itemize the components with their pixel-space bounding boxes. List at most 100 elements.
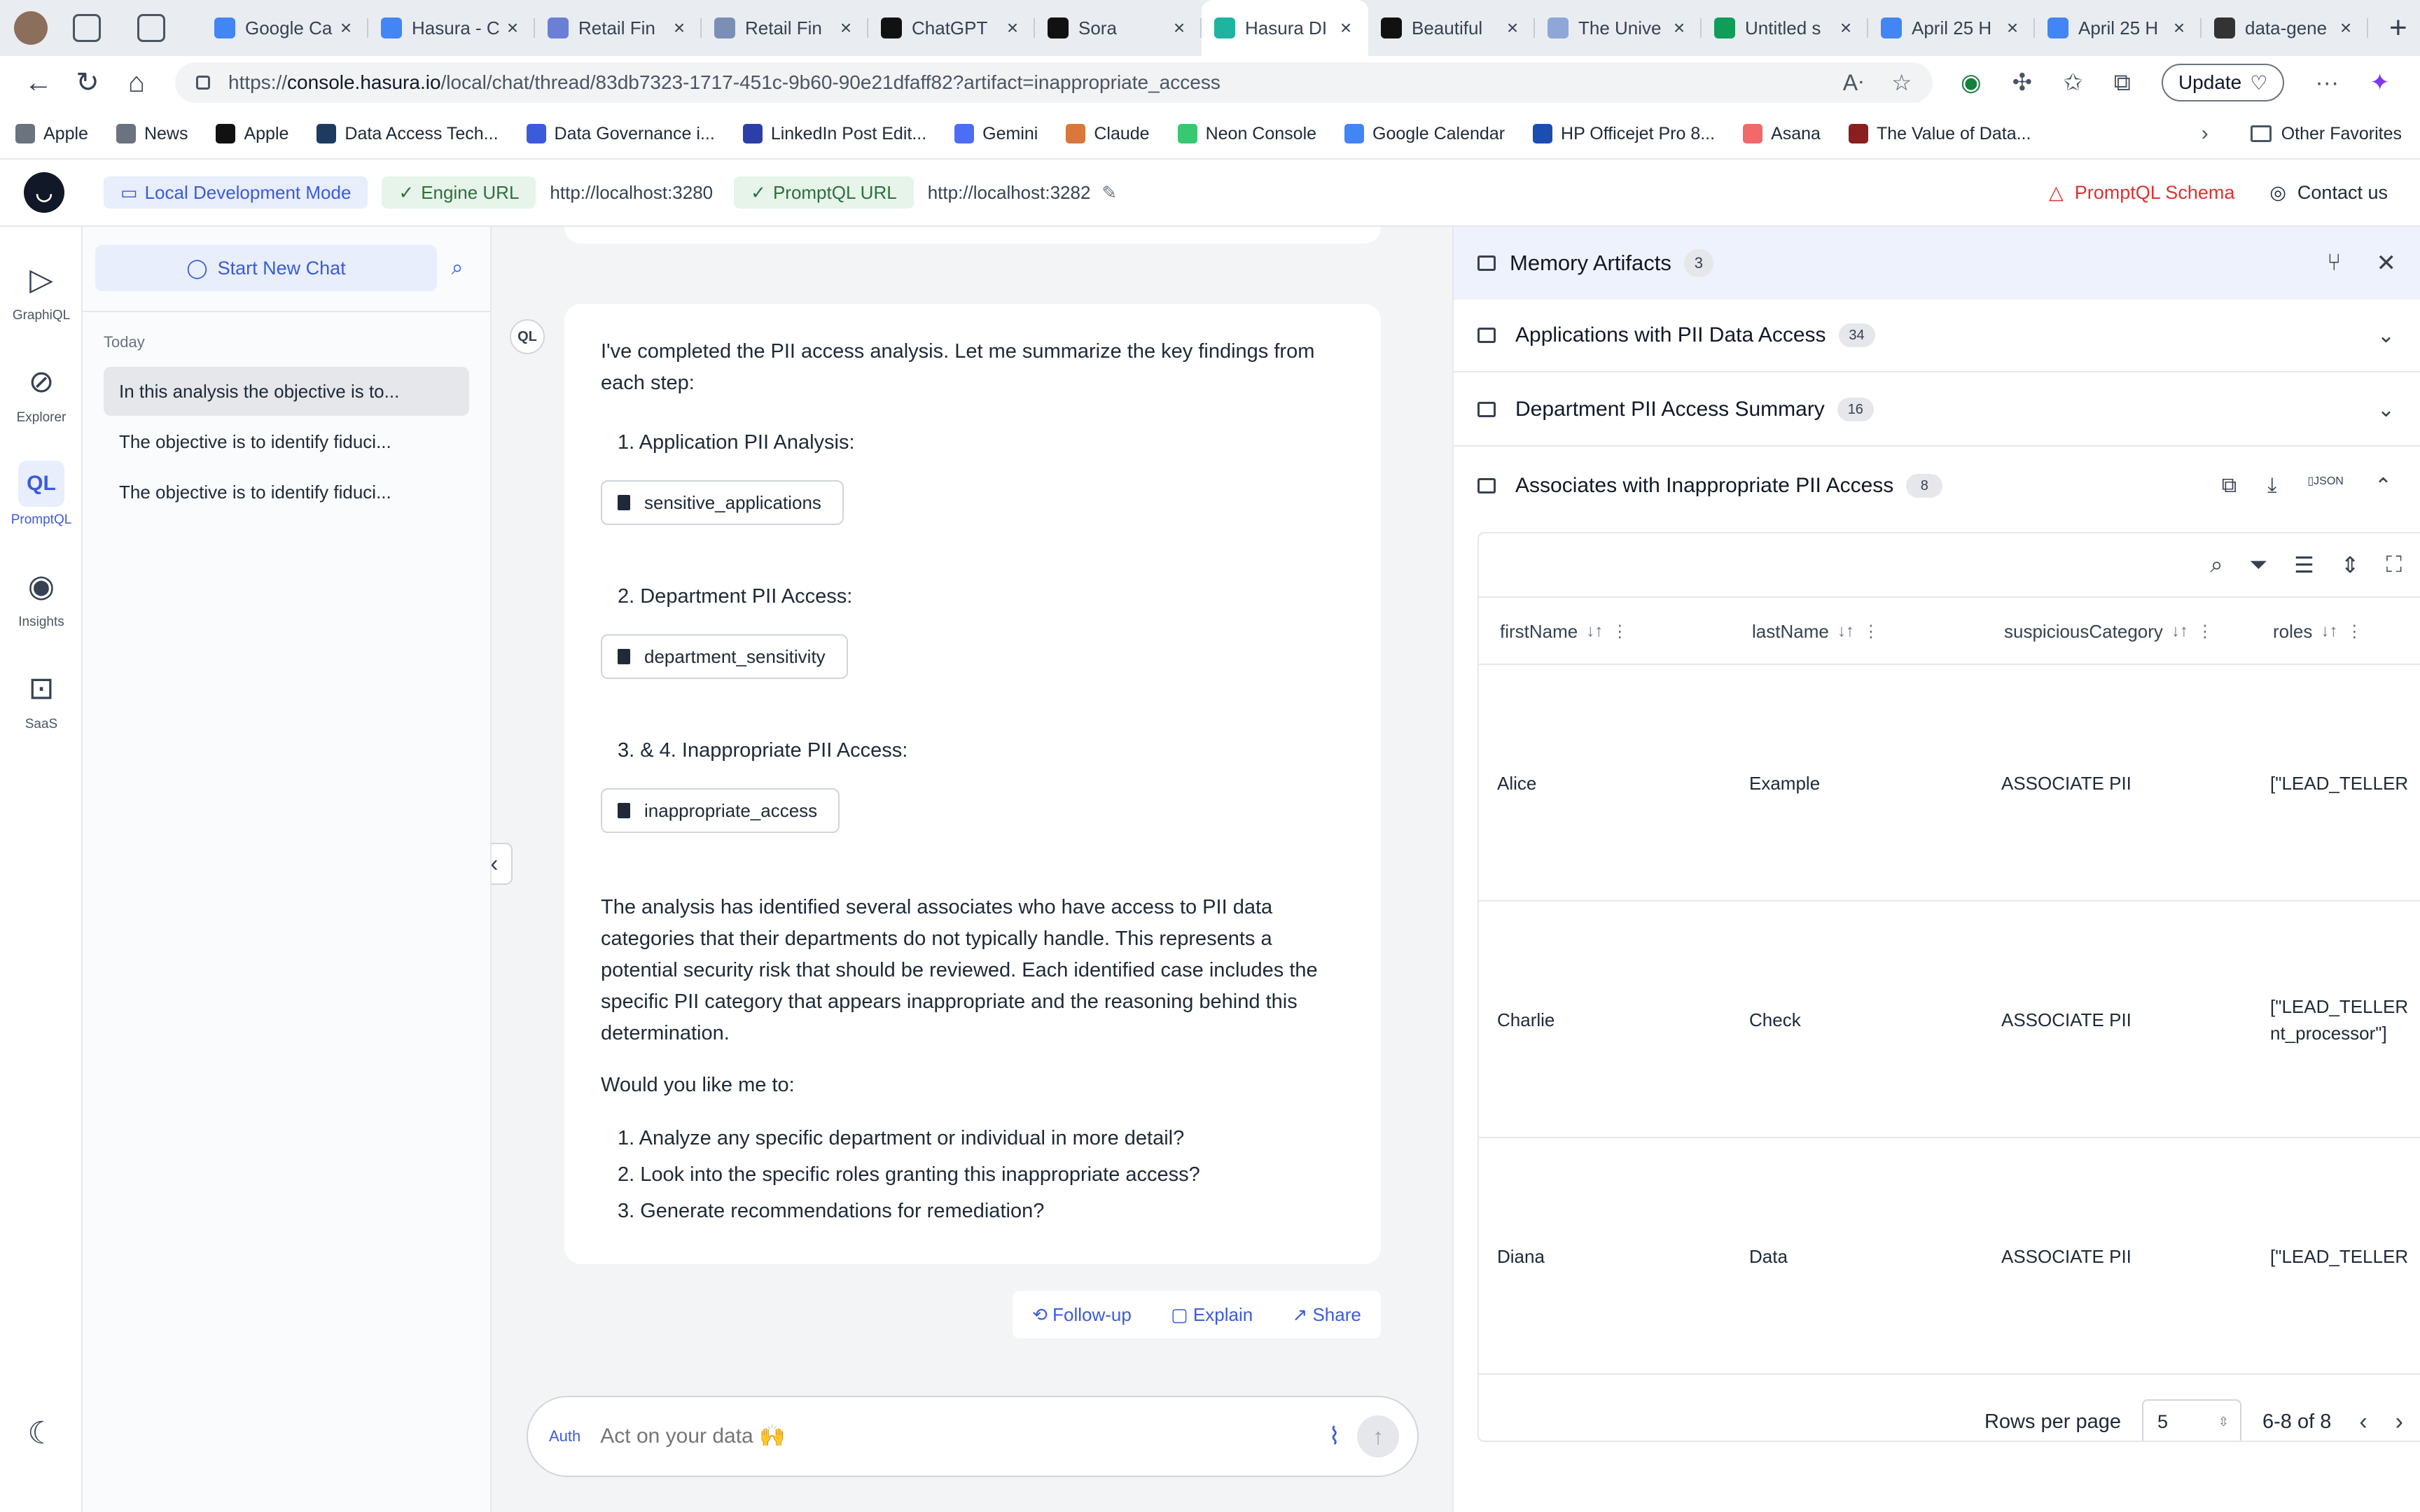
browser-tab[interactable]: Untitled s × <box>1702 0 1868 56</box>
update-button[interactable]: Update ♡ <box>2161 64 2285 102</box>
artifact-section[interactable]: Associates with Inappropriate PII Access… <box>1454 449 2420 522</box>
chat-item[interactable]: In this analysis the objective is to... <box>104 367 469 416</box>
column-menu-icon[interactable]: ⋮ <box>2346 622 2363 642</box>
tab-close-icon[interactable]: × <box>1669 17 1689 39</box>
chevron-down-icon[interactable]: ⌄ <box>2377 398 2395 422</box>
bookmark-item[interactable]: LinkedIn Post Edit... <box>742 124 926 144</box>
tab-close-icon[interactable]: × <box>1836 17 1856 39</box>
bookmark-item[interactable]: Google Calendar <box>1344 124 1505 144</box>
column-header[interactable]: lastName ↓↑ ⋮ <box>1752 598 1879 665</box>
density-icon[interactable]: ⇕ <box>2341 552 2360 578</box>
bookmark-item[interactable]: Neon Console <box>1177 124 1316 144</box>
paperclip-icon[interactable]: ⌇ <box>1328 1422 1340 1450</box>
bookmark-item[interactable]: HP Officejet Pro 8... <box>1533 124 1715 144</box>
sort-icon[interactable]: ↓↑ <box>2171 622 2188 641</box>
column-header[interactable]: firstName ↓↑ ⋮ <box>1500 598 1628 665</box>
collections-icon[interactable]: ⧉ <box>2114 69 2131 97</box>
rows-per-page-select[interactable]: 5 ⇳ <box>2142 1399 2241 1441</box>
rail-item-promptql[interactable]: QL PromptQL <box>0 461 83 528</box>
favorite-star-icon[interactable]: ☆ <box>1891 69 1912 96</box>
browser-tab[interactable]: The Unive × <box>1535 0 1702 56</box>
tab-close-icon[interactable]: × <box>2169 17 2189 39</box>
json-export-icon[interactable]: ▯JSON <box>2307 474 2343 498</box>
prompt-input[interactable] <box>600 1424 1301 1448</box>
follow-up-button[interactable]: ⟲ Follow-up <box>1032 1304 1132 1326</box>
rail-item-graphiql[interactable]: ▷ GraphiQL <box>0 256 83 323</box>
collapse-sidebar-button[interactable]: « <box>492 843 513 885</box>
bookmark-item[interactable]: Asana <box>1743 124 1821 144</box>
sort-icon[interactable]: ↓↑ <box>1586 622 1603 641</box>
copy-icon[interactable]: ⧉ <box>2222 474 2237 498</box>
column-menu-icon[interactable]: ⋮ <box>2197 622 2213 642</box>
column-menu-icon[interactable]: ⋮ <box>1863 622 1879 642</box>
bookmark-item[interactable]: Gemini <box>954 124 1038 144</box>
grammarly-icon[interactable]: ◉ <box>1961 69 1982 97</box>
favorites-icon[interactable]: ✩ <box>2063 69 2083 97</box>
artifact-section[interactable]: Department PII Access Summary 16 ⌄ <box>1454 374 2420 447</box>
read-aloud-icon[interactable]: Aᐧ <box>1843 69 1864 96</box>
artifact-section[interactable]: Applications with PII Data Access 34 ⌄ <box>1454 300 2420 372</box>
table-row[interactable]: Diana Data ASSOCIATE PII ["LEAD_TELLER <box>1479 1138 2420 1375</box>
artifact-chip[interactable]: department_sensitivity <box>601 634 848 679</box>
hasura-logo-icon[interactable]: ◡ <box>24 172 64 213</box>
browser-tab[interactable]: Google Ca × <box>202 0 368 56</box>
chat-item[interactable]: The objective is to identify fiduci... <box>104 417 469 466</box>
theme-toggle[interactable]: ☾ <box>0 1410 83 1462</box>
bookmark-item[interactable]: Apple <box>15 124 88 144</box>
tab-close-icon[interactable]: × <box>2003 17 2022 39</box>
sort-icon[interactable]: ↓↑ <box>1837 622 1854 641</box>
tab-close-icon[interactable]: × <box>1003 17 1022 39</box>
table-row[interactable]: Charlie Check ASSOCIATE PII ["LEAD_TELLE… <box>1479 902 2420 1138</box>
contact-us-link[interactable]: ◎ Contact us <box>2269 182 2388 204</box>
artifact-chip[interactable]: sensitive_applications <box>601 480 844 525</box>
back-icon[interactable]: ← <box>14 67 63 99</box>
download-icon[interactable]: ⤓ <box>2267 474 2276 498</box>
close-icon[interactable]: ✕ <box>2377 249 2397 277</box>
tab-close-icon[interactable]: × <box>1169 17 1189 39</box>
start-new-chat-button[interactable]: ◯ Start New Chat <box>95 245 437 291</box>
extensions-icon[interactable]: ✣ <box>2012 69 2033 97</box>
browser-tab[interactable]: ChatGPT × <box>868 0 1035 56</box>
send-button[interactable]: ↑ <box>1357 1415 1399 1457</box>
copilot-icon[interactable]: ✦ <box>2370 69 2390 97</box>
home-icon[interactable]: ⌂ <box>112 67 161 99</box>
rail-item-insights[interactable]: ◉ Insights <box>0 563 83 630</box>
browser-tab[interactable]: April 25 H × <box>2035 0 2202 56</box>
chat-item[interactable]: The objective is to identify fiduci... <box>104 468 469 517</box>
workspaces-icon[interactable] <box>73 14 101 42</box>
column-menu-icon[interactable]: ⋮ <box>1611 622 1628 642</box>
search-icon[interactable]: ⌕ <box>2211 552 2223 578</box>
edit-pencil-icon[interactable]: ✎ <box>1101 182 1117 204</box>
browser-tab[interactable]: April 25 H × <box>1868 0 2035 56</box>
column-header[interactable]: suspiciousCategory ↓↑ ⋮ <box>2004 598 2213 665</box>
tab-close-icon[interactable]: × <box>1503 17 1522 39</box>
bookmark-item[interactable]: Data Access Tech... <box>317 124 499 144</box>
chevron-up-icon[interactable]: ⌃ <box>2374 474 2392 498</box>
browser-tab[interactable]: data-gene × <box>2202 0 2368 56</box>
url-field[interactable]: https://console.hasura.io/local/chat/thr… <box>175 62 1933 103</box>
tab-close-icon[interactable]: × <box>1336 17 1356 39</box>
branch-icon[interactable]: ⑂ <box>2327 249 2341 277</box>
tab-close-icon[interactable]: × <box>336 17 356 39</box>
vertical-tabs-icon[interactable] <box>137 14 165 42</box>
tab-close-icon[interactable]: × <box>669 17 689 39</box>
table-row[interactable]: Alice Example ASSOCIATE PII ["LEAD_TELLE… <box>1479 665 2420 902</box>
auth-button[interactable]: Auth <box>549 1427 580 1446</box>
rail-item-explorer[interactable]: ⊘ Explorer <box>0 358 83 426</box>
browser-tab[interactable]: Hasura DI × <box>1202 0 1368 56</box>
prev-page-icon[interactable]: ‹ <box>2359 1408 2367 1436</box>
site-info-icon[interactable] <box>196 76 210 90</box>
explain-button[interactable]: ▢ Explain <box>1171 1304 1253 1326</box>
artifact-chip[interactable]: inappropriate_access <box>601 788 840 833</box>
bookmark-item[interactable]: Data Governance i... <box>526 124 715 144</box>
next-page-icon[interactable]: › <box>2395 1408 2403 1436</box>
column-header[interactable]: roles ↓↑ ⋮ <box>2273 598 2363 665</box>
browser-tab[interactable]: Beautiful × <box>1368 0 1535 56</box>
sort-icon[interactable]: ↓↑ <box>2321 622 2337 641</box>
browser-tab[interactable]: Retail Fin × <box>535 0 702 56</box>
more-menu-icon[interactable]: ··· <box>2315 69 2339 97</box>
bookmark-item[interactable]: Claude <box>1066 124 1150 144</box>
browser-tab[interactable]: Retail Fin × <box>702 0 868 56</box>
rail-item-saas[interactable]: ⊡ SaaS <box>0 665 83 732</box>
tab-close-icon[interactable]: × <box>2336 17 2356 39</box>
